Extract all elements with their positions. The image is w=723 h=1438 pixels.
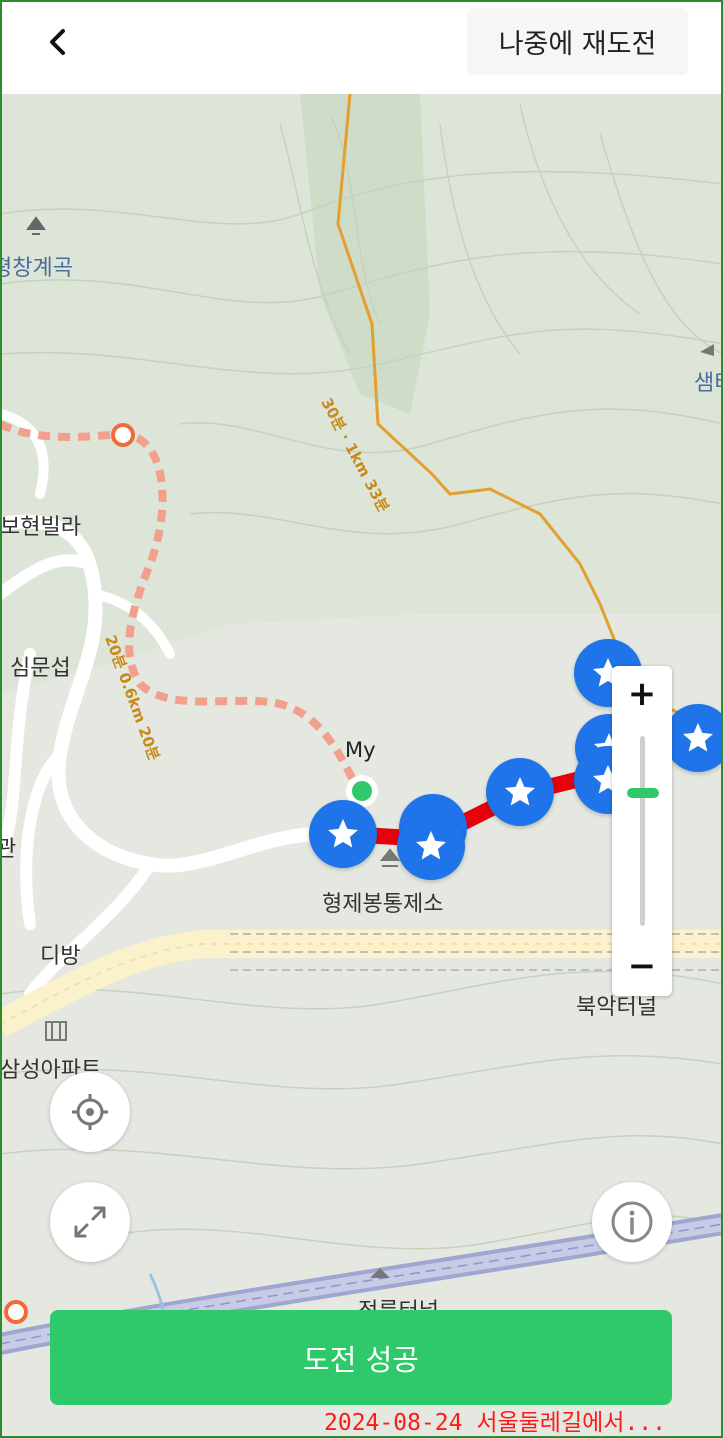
stamp-marker[interactable]	[486, 758, 554, 826]
top-bar: 나중에 재도전	[0, 0, 723, 94]
date-caption: 2024-08-24 서울둘레길에서...	[324, 1410, 666, 1436]
simmunseop-label: 심문섭	[10, 656, 71, 681]
info-button[interactable]	[592, 1182, 672, 1262]
locate-button[interactable]	[50, 1072, 130, 1152]
dibang-label: 디방	[40, 944, 81, 969]
map-view[interactable]: 평창계곡 보현빌라 심문섭 디방 삼성아파트 형제봉통제소 관 샘터 북악터널 …	[0, 94, 723, 1438]
left-edge-label: 관	[0, 837, 17, 862]
stamp-marker[interactable]	[397, 812, 465, 880]
stamp-marker[interactable]	[664, 704, 723, 772]
zoom-slider-handle[interactable]	[627, 788, 659, 799]
expand-icon	[74, 1206, 106, 1238]
crosshair-icon	[72, 1094, 108, 1130]
villa-label: 보현빌라	[0, 515, 81, 540]
star-icon	[328, 819, 358, 848]
expand-button[interactable]	[50, 1182, 130, 1262]
star-icon	[683, 723, 713, 752]
zoom-out-button[interactable]: −	[612, 938, 672, 994]
challenge-success-button[interactable]: 도전 성공	[50, 1310, 672, 1405]
my-location-label: My	[345, 738, 376, 762]
spring-label: 샘터	[694, 371, 723, 396]
zoom-slider-track[interactable]	[640, 736, 645, 926]
back-button[interactable]	[30, 14, 86, 70]
info-icon	[611, 1201, 653, 1243]
stamp-marker[interactable]	[309, 800, 377, 868]
star-icon	[416, 831, 446, 860]
chevron-left-icon	[50, 29, 65, 55]
valley-label: 평창계곡	[0, 256, 73, 281]
checkpoint-label: 형제봉통제소	[322, 892, 444, 917]
zoom-in-button[interactable]: +	[612, 666, 672, 722]
zoom-control: + −	[612, 666, 672, 996]
retry-later-button[interactable]: 나중에 재도전	[467, 8, 688, 75]
star-icon	[505, 777, 535, 806]
